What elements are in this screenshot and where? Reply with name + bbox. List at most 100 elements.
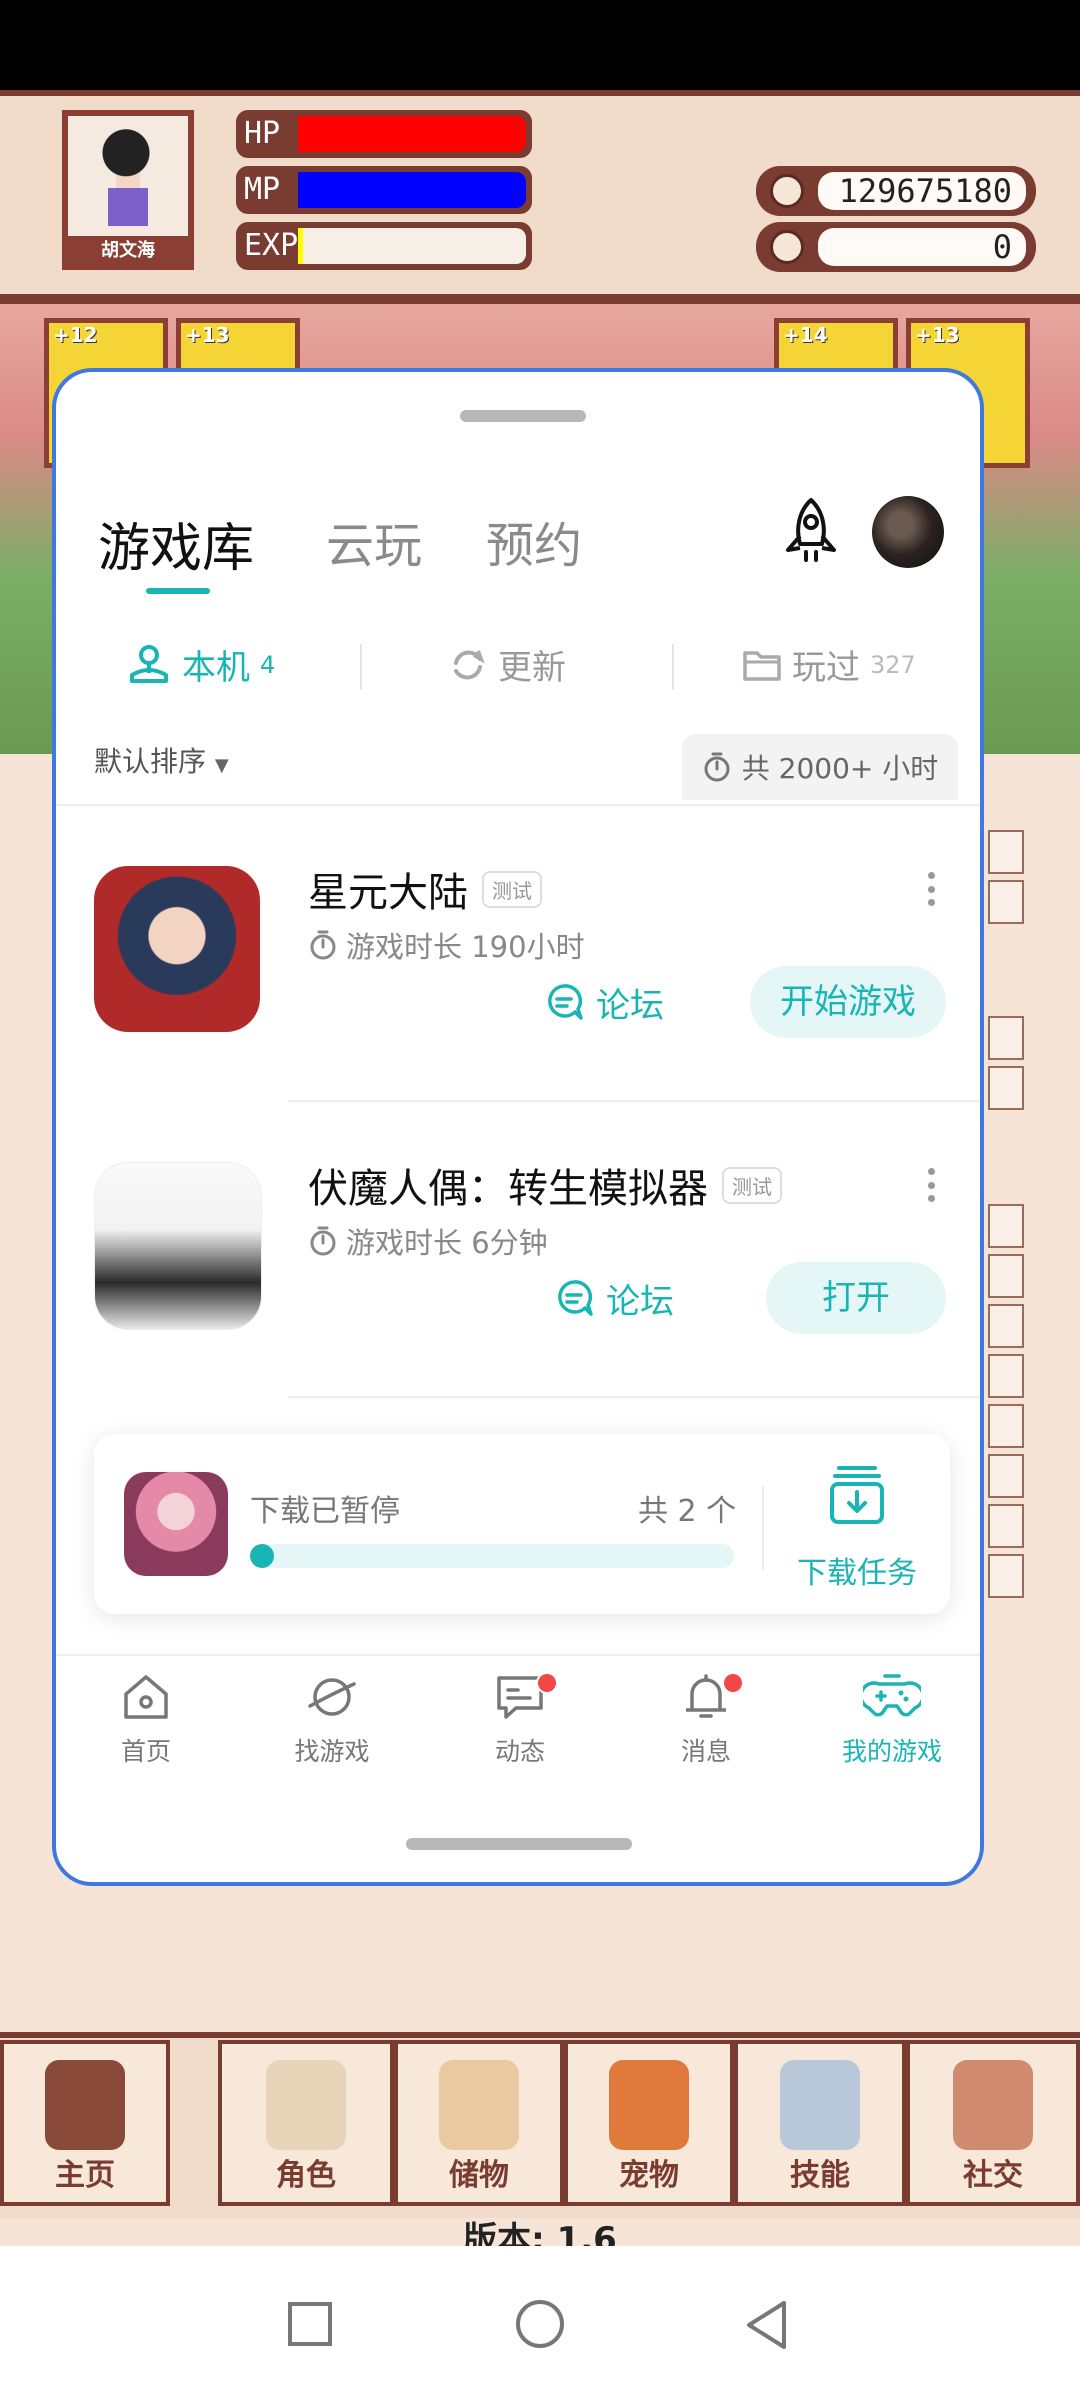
game-nav-label: 宠物 [619, 2158, 679, 2193]
tab-cloud-play[interactable]: 云玩 [326, 506, 422, 576]
stopwatch-icon [704, 752, 730, 782]
more-options-icon[interactable] [928, 1168, 936, 1202]
home-button[interactable] [514, 2300, 566, 2352]
recent-apps-button[interactable] [286, 2300, 334, 2348]
game-nav-social[interactable]: 社交 [906, 2040, 1080, 2206]
card-level: +13 [915, 323, 960, 347]
folder-icon [743, 650, 781, 681]
more-options-icon[interactable] [928, 872, 936, 906]
hp-bar: HP [236, 110, 532, 158]
game-nav-character[interactable]: 角色 [218, 2040, 394, 2206]
subtab-label: 本机 [182, 648, 250, 688]
nav-label: 首页 [120, 1737, 171, 1766]
game-nav-storage[interactable]: 储物 [394, 2040, 564, 2206]
fox-icon [609, 2060, 689, 2150]
card-level: +14 [783, 323, 828, 347]
house-icon [45, 2060, 125, 2150]
download-progress-fill [250, 1544, 275, 1568]
subtab-update[interactable]: 更新 [448, 640, 566, 689]
refresh-icon [454, 649, 485, 679]
forum-label: 论坛 [596, 985, 664, 1026]
list-item[interactable] [988, 1454, 1024, 1498]
subtab-label: 更新 [498, 648, 566, 688]
nav-my-games[interactable]: 我的游戏 [822, 1672, 962, 1782]
gamepad-icon [863, 1674, 921, 1717]
exp-bar: EXP [236, 222, 532, 270]
nav-messages[interactable]: 消息 [636, 1672, 776, 1782]
divider [672, 644, 674, 690]
user-avatar[interactable] [872, 496, 944, 568]
home-icon [124, 1675, 168, 1719]
chat-bubble-icon [558, 1280, 593, 1316]
start-game-button[interactable]: 开始游戏 [750, 966, 946, 1038]
list-item[interactable] [988, 1554, 1024, 1598]
list-item[interactable] [988, 880, 1024, 924]
gem-counter: 0 [756, 222, 1036, 272]
nav-label: 动态 [494, 1737, 545, 1766]
game-nav-skill[interactable]: 技能 [734, 2040, 906, 2206]
game-icon[interactable] [94, 866, 260, 1032]
mp-fill [298, 172, 526, 208]
active-tab-indicator [146, 588, 210, 594]
open-game-button[interactable]: 打开 [766, 1262, 946, 1334]
joystick-icon [130, 644, 168, 683]
tab-game-library[interactable]: 游戏库 [98, 506, 254, 581]
download-tasks-button[interactable]: 下载任务 [764, 1464, 950, 1594]
tab-reservation[interactable]: 预约 [486, 506, 582, 576]
list-item[interactable] [988, 1504, 1024, 1548]
game-playtime: 游戏时长 190小时 [346, 930, 585, 964]
list-item[interactable] [988, 1254, 1024, 1298]
hp-fill [298, 116, 526, 152]
gold-value: 129675180 [818, 172, 1026, 210]
gem-icon [770, 230, 804, 264]
mp-bar: MP [236, 166, 532, 214]
game-nav-label: 主页 [55, 2158, 115, 2193]
download-status-card[interactable]: 下载已暂停 共 2 个 下载任务 [94, 1434, 950, 1614]
card-level: +13 [185, 323, 230, 347]
nav-feed[interactable]: 动态 [450, 1672, 590, 1782]
list-item[interactable] [988, 1404, 1024, 1448]
nav-discover[interactable]: 找游戏 [262, 1672, 402, 1782]
game-nav-label: 技能 [790, 2158, 850, 2193]
caret-down-icon: ▼ [214, 755, 229, 776]
download-count: 共 2 个 [638, 1494, 737, 1529]
gem-value: 0 [818, 228, 1026, 266]
game-list-item[interactable]: 伏魔人偶：转生模拟器 测试 游戏时长 6分钟 论坛 打开 [56, 1102, 980, 1398]
subtab-count: 327 [870, 650, 916, 679]
mp-label: MP [244, 172, 281, 207]
nav-label: 消息 [680, 1737, 731, 1766]
notification-dot [722, 1672, 744, 1694]
nav-home[interactable]: 首页 [76, 1672, 216, 1782]
divider [288, 1396, 980, 1398]
list-item[interactable] [988, 1304, 1024, 1348]
game-icon[interactable] [94, 1162, 262, 1330]
list-item[interactable] [988, 1204, 1024, 1248]
stopwatch-icon [310, 1226, 336, 1256]
game-nav-label: 储物 [449, 2158, 509, 2193]
drag-handle[interactable] [406, 1838, 632, 1850]
forum-button[interactable]: 论坛 [554, 1268, 674, 1328]
drag-handle[interactable] [460, 410, 586, 422]
subtab-local[interactable]: 本机 4 [126, 640, 275, 689]
game-list-item[interactable]: 星元大陆 测试 游戏时长 190小时 论坛 开始游戏 [56, 806, 980, 1102]
downloading-game-icon [124, 1472, 228, 1576]
divider [360, 644, 362, 690]
back-button[interactable] [744, 2300, 790, 2350]
sort-dropdown[interactable]: 默认排序 ▼ [94, 740, 229, 780]
subtab-label: 玩过 [792, 648, 860, 688]
list-item[interactable] [988, 830, 1024, 874]
subtab-played[interactable]: 玩过 327 [742, 640, 916, 689]
total-playtime: 共 2000+ 小时 [682, 734, 958, 800]
list-item[interactable] [988, 1016, 1024, 1060]
bag-icon [439, 2060, 519, 2150]
game-playtime: 游戏时长 6分钟 [346, 1226, 548, 1260]
rocket-icon[interactable] [778, 496, 844, 566]
forum-button[interactable]: 论坛 [544, 972, 664, 1032]
game-nav-label: 社交 [963, 2158, 1023, 2193]
list-item[interactable] [988, 1354, 1024, 1398]
game-nav-home[interactable]: 主页 [0, 2040, 170, 2206]
game-nav-pet[interactable]: 宠物 [564, 2040, 734, 2206]
download-tasks-label: 下载任务 [797, 1556, 917, 1591]
list-item[interactable] [988, 1066, 1024, 1110]
download-status: 下载已暂停 [250, 1494, 400, 1529]
